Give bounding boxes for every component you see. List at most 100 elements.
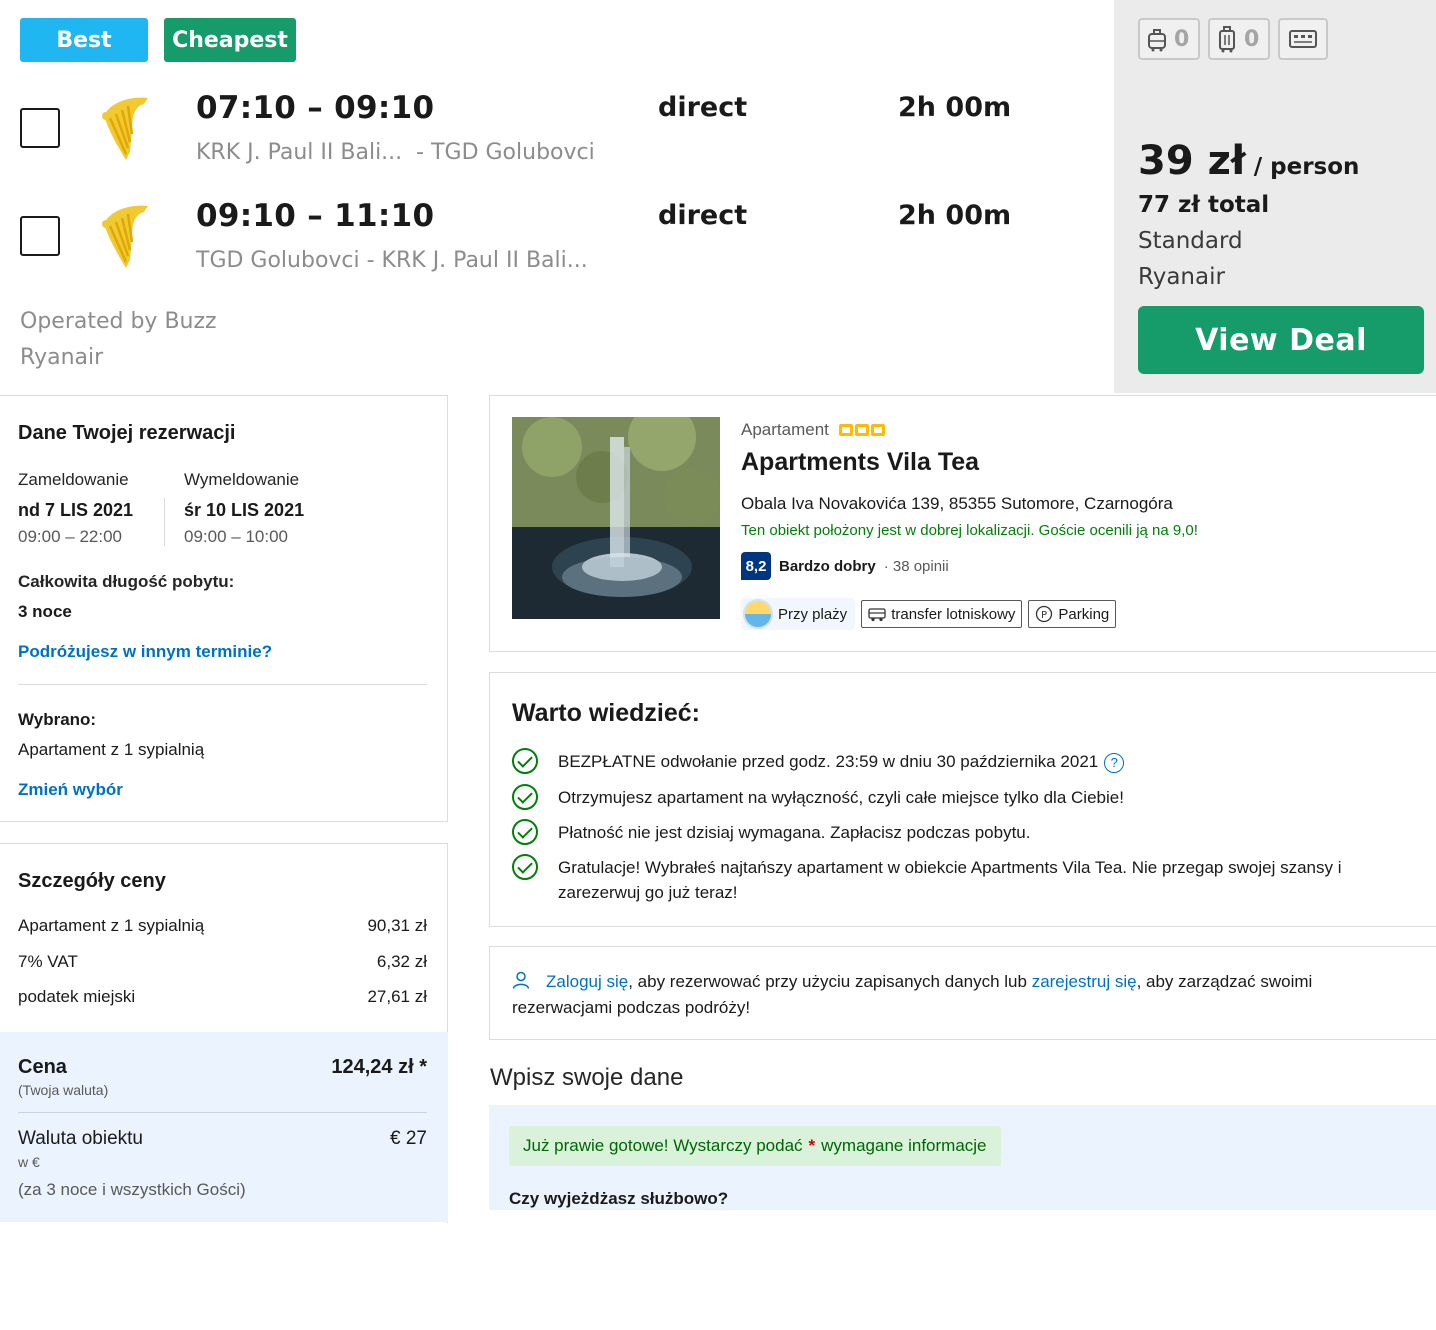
carry-on-bag-counter[interactable]: 0 xyxy=(1138,18,1200,60)
total-sublabel: (Twoja waluta) xyxy=(18,1082,109,1098)
item-text: Płatność nie jest dzisiaj wymagana. Zapł… xyxy=(558,823,1031,842)
price-per-label: / person xyxy=(1253,154,1360,180)
leg-route: TGD Golubovci - KRK J. Paul II Bali... xyxy=(196,248,588,273)
checkout-date: śr 10 LIS 2021 xyxy=(184,500,305,520)
price-panel: 0 0 39 zł / person 77 zł total Standard R xyxy=(1114,0,1436,393)
checkout-block: Wymeldowanie śr 10 LIS 2021 09:00 – 10:0… xyxy=(184,470,304,547)
good-to-know-item: Otrzymujesz apartament na wyłączność, cz… xyxy=(512,784,1412,810)
checked-bag-counter[interactable]: 0 xyxy=(1208,18,1270,60)
price-row-value: 27,61 zł xyxy=(367,987,427,1006)
price-total-block: Cena (Twoja waluta) 124,24 zł * Waluta o… xyxy=(0,1032,448,1222)
score-word: Bardzo dobry xyxy=(779,557,876,575)
check-circle-icon xyxy=(512,748,538,774)
help-icon[interactable]: ? xyxy=(1104,752,1125,773)
svg-text:P: P xyxy=(1041,610,1047,621)
stay-length-label: Całkowita długość pobytu: xyxy=(18,572,235,591)
property-type: Apartament xyxy=(741,420,885,440)
price-row-label: podatek miejski xyxy=(18,987,136,1006)
login-prompt-card: Zaloguj się, aby rezerwować przy użyciu … xyxy=(489,946,1436,1040)
check-circle-icon xyxy=(512,819,538,845)
login-link[interactable]: Zaloguj się xyxy=(546,972,628,991)
required-mark: * xyxy=(808,1136,816,1155)
operated-by: Operated by Buzz Ryanair xyxy=(20,304,217,376)
guest-details-form: Już prawie gotowe! Wystarczy podać * wym… xyxy=(489,1105,1436,1210)
leg-duration: 2h 00m xyxy=(898,200,1012,231)
login-text: , aby rezerwować przy użyciu zapisanych … xyxy=(628,972,1032,991)
property-currency-sublabel: w € xyxy=(18,1154,40,1170)
seat-selection-toggle[interactable] xyxy=(1278,18,1328,60)
register-link[interactable]: zarejestruj się xyxy=(1032,972,1137,991)
stay-length-value: 3 noce xyxy=(18,602,72,621)
provider-name: Ryanair xyxy=(1138,264,1225,290)
checkin-hours: 09:00 – 22:00 xyxy=(18,527,122,546)
parking-icon: P xyxy=(1036,605,1053,623)
chip-parking: P Parking xyxy=(1028,600,1117,628)
flight-result-card: Best Cheapest 07:10 – 09:10 KRK J. Paul … xyxy=(0,0,1436,393)
leg-checkbox[interactable] xyxy=(20,216,60,256)
price-row: 7% VAT 6,32 zł xyxy=(18,952,427,972)
checked-bag-icon xyxy=(1219,26,1235,53)
leg-stops: direct xyxy=(658,200,748,231)
leg-route: KRK J. Paul II Bali... - TGD Golubovci xyxy=(196,140,595,165)
price-details-title: Szczegóły ceny xyxy=(18,870,166,892)
divider xyxy=(18,684,427,685)
review-score: 8,2 Bardzo dobry · 38 opinii xyxy=(741,552,949,580)
leg-times: 09:10 – 11:10 xyxy=(196,198,435,234)
price-per-person: 39 zł / person xyxy=(1138,138,1359,184)
item-text: Otrzymujesz apartament na wyłączność, cz… xyxy=(558,788,1124,807)
good-to-know-card: Warto wiedzieć: BEZPŁATNE odwołanie prze… xyxy=(489,672,1436,927)
change-selection-link[interactable]: Zmień wybór xyxy=(18,780,123,800)
property-name[interactable]: Apartments Vila Tea xyxy=(741,448,979,477)
good-to-know-item: Gratulacje! Wybrałeś najtańszy apartamen… xyxy=(512,854,1412,905)
view-deal-button[interactable]: View Deal xyxy=(1138,306,1424,374)
waterfall-image xyxy=(512,417,720,619)
checkout-label: Wymeldowanie xyxy=(184,470,300,489)
chip-beach: Przy plaży xyxy=(741,598,856,630)
login-prompt-text: Zaloguj się, aby rezerwować przy użyciu … xyxy=(512,969,1412,1021)
divider xyxy=(18,1112,427,1113)
location-note: Ten obiekt położony jest w dobrej lokali… xyxy=(741,522,1198,539)
good-to-know-title: Warto wiedzieć: xyxy=(512,699,700,727)
other-dates-link[interactable]: Podróżujesz w innym terminie? xyxy=(18,642,272,662)
price-row: Apartament z 1 sypialnią 90,31 zł xyxy=(18,916,427,936)
reservation-details-card: Dane Twojej rezerwacji Zameldowanie nd 7… xyxy=(0,395,448,822)
leg-duration: 2h 00m xyxy=(898,92,1012,123)
leg-checkbox[interactable] xyxy=(20,108,60,148)
user-icon xyxy=(512,971,530,989)
good-to-know-item: BEZPŁATNE odwołanie przed godz. 23:59 w … xyxy=(512,748,1412,774)
selected-label: Wybrano: xyxy=(18,710,97,729)
almost-done-banner: Już prawie gotowe! Wystarczy podać * wym… xyxy=(509,1126,1001,1166)
property-currency-label: Waluta obiektu xyxy=(18,1128,143,1149)
property-type-label: Apartament xyxy=(741,420,829,439)
reservation-title: Dane Twojej rezerwacji xyxy=(18,422,236,444)
ryanair-harp-logo xyxy=(102,97,148,160)
price-row-label: 7% VAT xyxy=(18,952,78,971)
checkout-hours: 09:00 – 10:00 xyxy=(184,527,288,546)
price-row-value: 6,32 zł xyxy=(376,952,427,971)
flight-leg-outbound: 07:10 – 09:10 KRK J. Paul II Bali... - T… xyxy=(0,90,1110,190)
check-circle-icon xyxy=(512,854,538,880)
price-total: 77 zł total xyxy=(1138,192,1270,218)
price-row-label: Apartament z 1 sypialnią xyxy=(18,916,205,935)
banner-text: Już prawie gotowe! Wystarczy podać xyxy=(523,1136,803,1155)
check-circle-icon xyxy=(512,784,538,810)
chip-transfer: transfer lotniskowy xyxy=(861,600,1023,628)
fare-class: Standard xyxy=(1138,228,1243,254)
cheapest-tag[interactable]: Cheapest xyxy=(164,18,296,62)
seat-map-icon xyxy=(1289,30,1317,48)
review-count: · 38 opinii xyxy=(883,557,949,575)
property-currency-amount: € 27 xyxy=(390,1128,427,1149)
property-card: Apartament Apartments Vila Tea Obala Iva… xyxy=(489,395,1436,652)
carry-on-bag-icon xyxy=(1148,29,1166,52)
property-photo xyxy=(512,417,720,619)
facility-chips: Przy plaży transfer lotniskowy P Parking xyxy=(741,598,1117,630)
good-to-know-item: Płatność nie jest dzisiaj wymagana. Zapł… xyxy=(512,819,1412,845)
chip-label: Parking xyxy=(1058,605,1110,623)
leg-stops: direct xyxy=(658,92,748,123)
best-tag[interactable]: Best xyxy=(20,18,148,62)
selected-room: Apartament z 1 sypialnią xyxy=(18,740,205,759)
score-badge: 8,2 xyxy=(741,552,771,580)
operated-by-airline: Ryanair xyxy=(20,345,104,370)
operated-by-line: Operated by Buzz xyxy=(20,309,217,334)
checkin-date: nd 7 LIS 2021 xyxy=(18,500,134,520)
